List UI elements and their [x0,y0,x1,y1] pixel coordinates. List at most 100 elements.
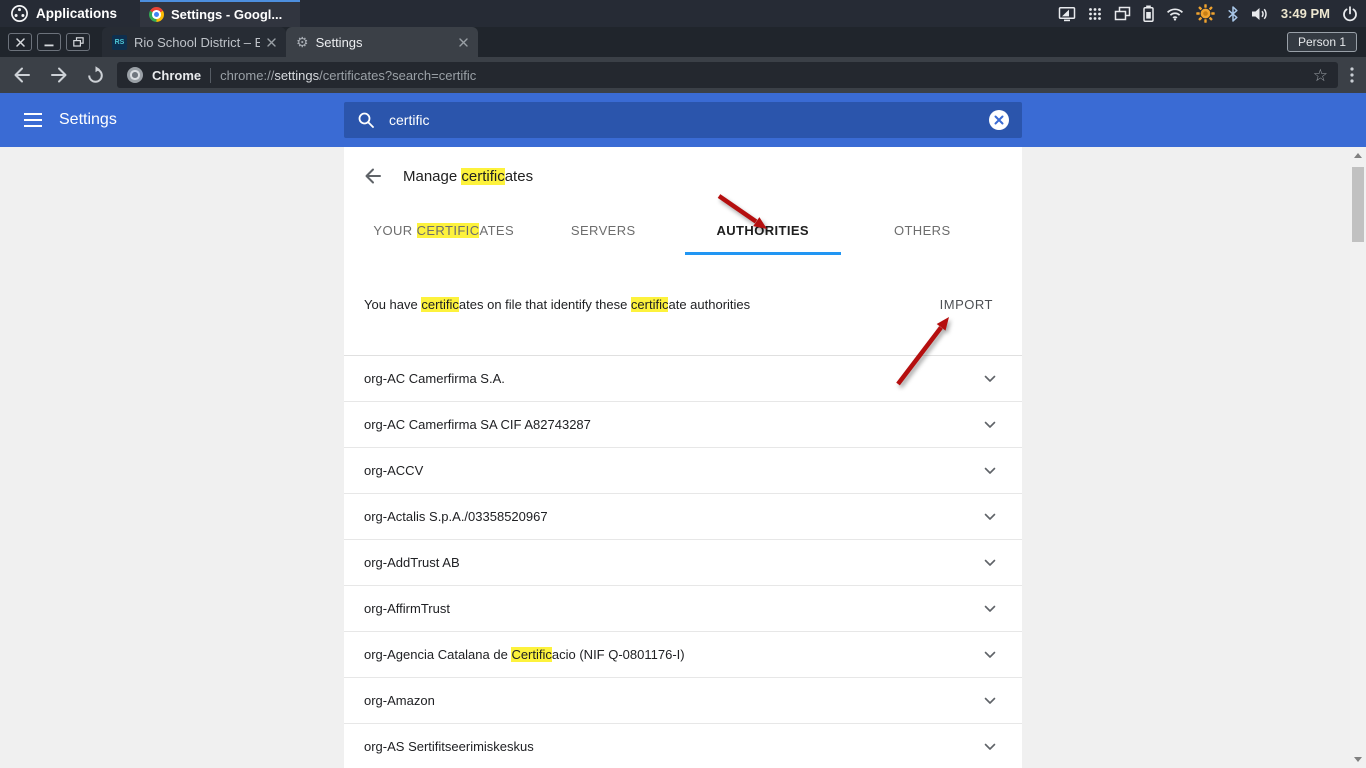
chevron-down-icon[interactable] [984,375,996,383]
window-controls [8,33,90,51]
browser-menu-icon[interactable] [1350,67,1354,83]
certificates-card: Manage certificates YOUR CERTIFICATES SE… [344,147,1022,768]
chevron-down-icon[interactable] [984,559,996,567]
settings-content: Manage certificates YOUR CERTIFICATES SE… [0,147,1366,768]
page-title: Manage certificates [403,167,534,185]
tab-close-icon[interactable] [459,37,468,47]
certificate-tabs: YOUR CERTIFICATES SERVERS AUTHORITIES OT… [364,205,1002,255]
applications-icon [11,5,28,22]
settings-header: Settings [0,93,1366,147]
window-close-button[interactable] [8,33,32,51]
chevron-down-icon[interactable] [984,467,996,475]
tab-close-icon[interactable] [267,37,276,47]
certificate-name: org-AC Camerfirma SA CIF A82743287 [364,417,591,432]
certificate-name: org-ACCV [364,463,424,478]
nav-buttons [12,65,105,85]
chrome-icon [149,7,164,22]
clear-search-button[interactable] [989,110,1009,130]
tab-rio-label: Rio School District – E [134,34,260,50]
certificate-row[interactable]: org-AS Sertifitseerimiskeskus [344,724,1022,768]
window-minimize-button[interactable] [37,33,61,51]
search-highlight: certific [421,297,459,312]
search-highlight: Certific [511,647,552,662]
search-highlight: certific [461,167,505,185]
window-maximize-button[interactable] [66,33,90,51]
origin-label: Chrome [152,67,202,83]
profile-button[interactable]: Person 1 [1286,32,1357,52]
tab-rio-school-district[interactable]: RS Rio School District – E [102,27,286,57]
address-bar[interactable]: Chrome chrome://settings/certificates?se… [117,62,1338,88]
certificate-row[interactable]: org-AC Camerfirma S.A. [344,356,1022,402]
session-power-icon[interactable] [1342,5,1358,22]
system-panel: Applications Settings - Googl... 3:49 PM [0,0,1366,27]
rio-favicon: RS [112,34,127,50]
panel-clock[interactable]: 3:49 PM [1281,6,1330,21]
url-host: settings [274,67,320,83]
import-button[interactable]: IMPORT [940,297,993,312]
certificate-name: org-AffirmTrust [364,601,450,616]
chrome-page-icon [127,67,143,83]
certificate-name: org-AS Sertifitseerimiskeskus [364,739,534,754]
bluetooth-icon[interactable] [1227,5,1239,22]
certificate-row[interactable]: org-Agencia Catalana de Certificacio (NI… [344,632,1022,678]
battery-icon[interactable] [1143,5,1154,22]
back-arrow-icon[interactable] [364,167,382,185]
tab-settings[interactable]: Settings [286,27,478,57]
wifi-icon[interactable] [1166,7,1184,21]
certificate-name: org-AddTrust AB [364,555,460,570]
authorities-description: You have certificates on file that ident… [364,297,751,312]
tab-servers[interactable]: SERVERS [524,205,684,255]
certificate-row[interactable]: org-AC Camerfirma SA CIF A82743287 [344,402,1022,448]
tab-settings-label: Settings [315,34,363,50]
workspaces-icon[interactable] [1114,6,1131,21]
tab-others[interactable]: OTHERS [843,205,1003,255]
display-icon[interactable] [1058,6,1076,22]
scrollbar-up-arrow-icon[interactable] [1354,153,1362,158]
bookmark-star-icon[interactable] [1313,67,1328,84]
taskbar-window-label: Settings - Googl... [171,7,283,22]
chevron-down-icon[interactable] [984,651,996,659]
settings-title: Settings [59,111,117,128]
clear-x-icon [994,115,1004,125]
redshift-sun-icon[interactable] [1196,4,1215,23]
certificate-row[interactable]: org-ACCV [344,448,1022,494]
url-scheme: chrome:// [220,67,275,83]
url-rest: /certificates?search=certific [319,67,477,83]
certificate-name: org-Actalis S.p.A./03358520967 [364,509,548,524]
settings-search-box[interactable] [344,102,1022,138]
chevron-down-icon[interactable] [984,421,996,429]
scrollbar-thumb[interactable] [1352,167,1364,242]
certificate-row[interactable]: org-AddTrust AB [344,540,1022,586]
forward-icon[interactable] [49,65,69,85]
search-highlight: certific [630,297,669,312]
scrollbar[interactable] [1350,147,1366,768]
search-highlight: CERTIFIC [416,222,480,238]
certificate-row[interactable]: org-Amazon [344,678,1022,724]
certificate-name: org-Agencia Catalana de Certificacio (NI… [364,647,685,662]
chevron-down-icon[interactable] [984,513,996,521]
certificate-name: org-AC Camerfirma S.A. [364,371,505,386]
tab-authorities[interactable]: AUTHORITIES [683,205,843,255]
search-icon [358,112,374,128]
back-icon[interactable] [12,65,32,85]
browser-toolbar: Chrome chrome://settings/certificates?se… [0,57,1366,93]
description-row: You have certificates on file that ident… [344,255,1022,355]
system-tray: 3:49 PM [1058,4,1366,23]
applications-label: Applications [36,6,118,21]
reload-icon[interactable] [86,65,105,85]
chevron-down-icon[interactable] [984,605,996,613]
search-input[interactable] [389,112,975,128]
chevron-down-icon[interactable] [984,743,996,751]
taskbar-window-button[interactable]: Settings - Googl... [140,0,300,27]
certificate-row[interactable]: org-AffirmTrust [344,586,1022,632]
hamburger-menu-icon[interactable] [24,113,42,127]
applications-menu[interactable]: Applications [0,0,127,27]
certificate-row[interactable]: org-Actalis S.p.A./03358520967 [344,494,1022,540]
tab-your-certificates[interactable]: YOUR CERTIFICATES [364,205,524,255]
volume-icon[interactable] [1251,7,1269,21]
app-grid-icon[interactable] [1088,7,1102,21]
certificate-name: org-Amazon [364,693,435,708]
scrollbar-down-arrow-icon[interactable] [1354,757,1362,762]
chevron-down-icon[interactable] [984,697,996,705]
url-text: chrome://settings/certificates?search=ce… [220,68,476,83]
